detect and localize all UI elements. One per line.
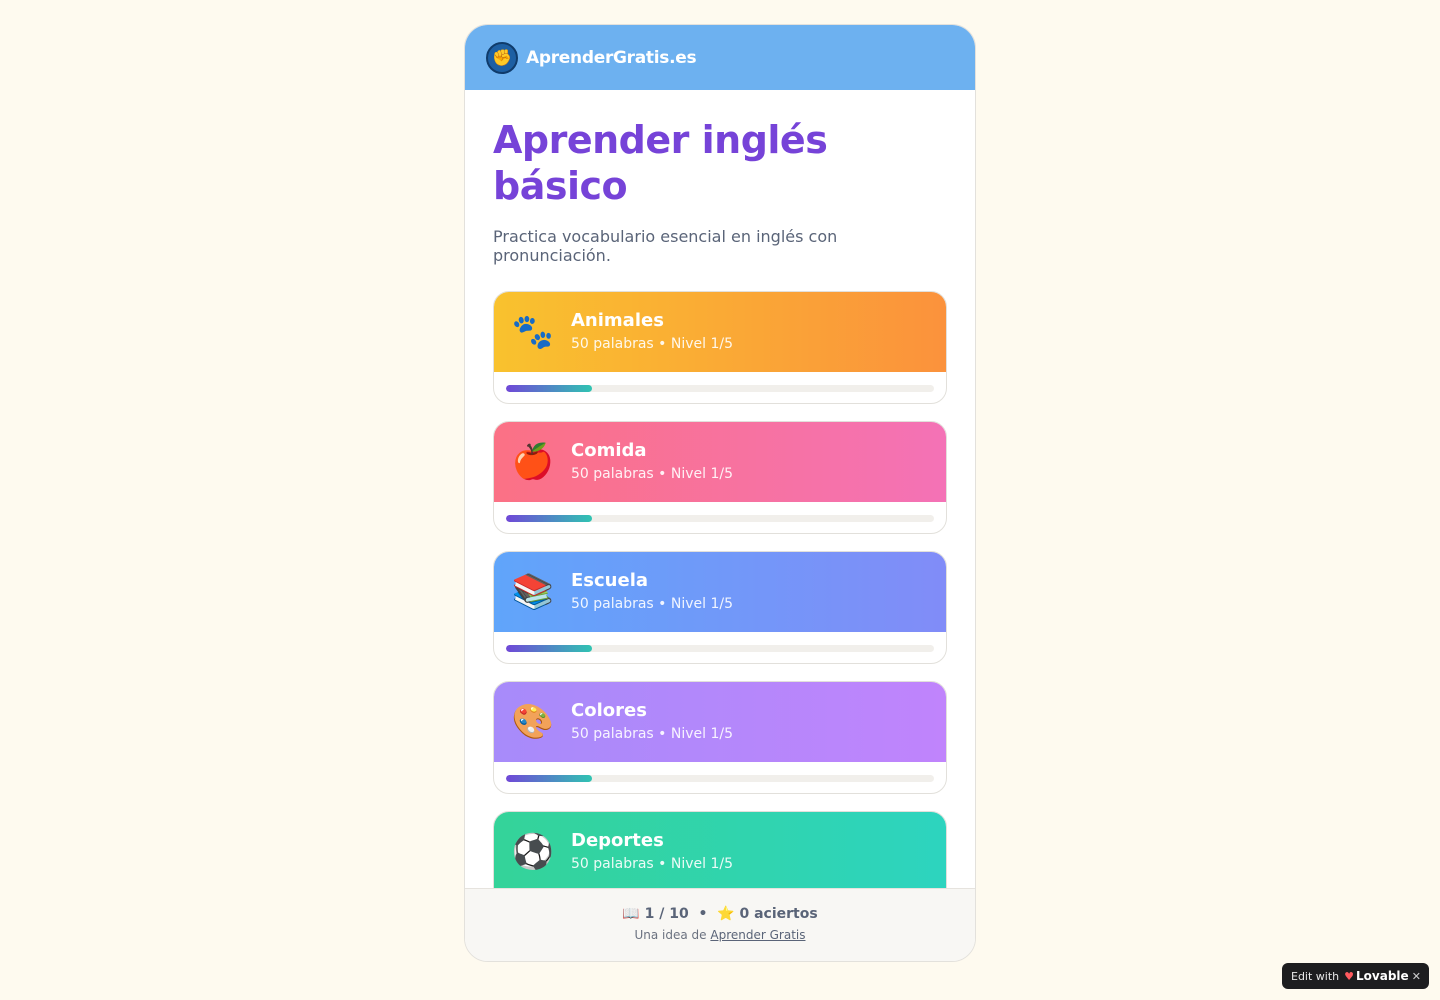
books-icon: 📚 [511,572,555,612]
category-card-escuela[interactable]: 📚 Escuela 50 palabras • Nivel 1/5 [493,551,947,664]
credit-prefix: Una idea de [634,928,707,942]
progress-track [506,514,934,522]
page-progress: 1 / 10 [644,906,689,922]
separator: • [698,906,708,922]
progress-track [506,774,934,782]
progress-fill [506,774,592,782]
footer: 📖 1 / 10 • ⭐ 0 aciertos Una idea de Apre… [465,888,975,961]
category-name: Comida [571,440,647,461]
category-header[interactable]: 🍎 Comida 50 palabras • Nivel 1/5 [494,422,946,502]
progress-fill [506,384,592,392]
category-header[interactable]: 📚 Escuela 50 palabras • Nivel 1/5 [494,552,946,632]
category-header[interactable]: ⚽ Deportes 50 palabras • Nivel 1/5 [494,812,946,892]
heart-icon: ♥ [1344,969,1355,983]
paw-icon: 🐾 [511,312,555,352]
page-subtitle: Practica vocabulario esencial en inglés … [493,227,838,265]
category-name: Deportes [571,830,664,851]
category-header[interactable]: 🐾 Animales 50 palabras • Nivel 1/5 [494,292,946,372]
apple-icon: 🍎 [511,442,555,482]
badge-brand: Lovable [1356,969,1409,983]
page-title: Aprender inglés básico [493,118,828,208]
credit-line: Una idea de Aprender Gratis [465,928,975,942]
category-card-animales[interactable]: 🐾 Animales 50 palabras • Nivel 1/5 [493,291,947,404]
category-meta: 50 palabras • Nivel 1/5 [571,856,734,872]
category-card-colores[interactable]: 🎨 Colores 50 palabras • Nivel 1/5 [493,681,947,794]
category-meta: 50 palabras • Nivel 1/5 [571,466,734,482]
category-name: Escuela [571,570,649,591]
header: ✊ AprenderGratis.es [465,25,975,90]
progress-fill [506,644,592,652]
stats-line: 📖 1 / 10 • ⭐ 0 aciertos [465,906,975,922]
progress-track [506,384,934,392]
score-count: 0 aciertos [739,906,818,922]
badge-edit-label: Edit with [1291,969,1340,983]
close-icon[interactable]: ✕ [1412,970,1421,983]
category-header[interactable]: 🎨 Colores 50 palabras • Nivel 1/5 [494,682,946,762]
palette-icon: 🎨 [511,702,555,742]
book-icon: 📖 [622,906,640,922]
app-card: ✊ AprenderGratis.es Aprender inglés bási… [464,24,976,962]
soccer-ball-icon: ⚽ [511,832,555,872]
lovable-badge[interactable]: Edit with ♥ Lovable ✕ [1282,963,1429,989]
category-meta: 50 palabras • Nivel 1/5 [571,596,734,612]
raised-fist-icon[interactable]: ✊ [486,41,518,74]
progress-fill [506,514,592,522]
star-icon: ⭐ [717,906,735,922]
main-content: Aprender inglés básico Practica vocabula… [465,117,975,924]
credit-link[interactable]: Aprender Gratis [710,928,805,942]
category-meta: 50 palabras • Nivel 1/5 [571,726,734,742]
category-list: 🐾 Animales 50 palabras • Nivel 1/5 🍎 Com… [493,291,947,924]
category-meta: 50 palabras • Nivel 1/5 [571,336,734,352]
category-name: Colores [571,700,647,721]
brand-name[interactable]: AprenderGratis.es [526,48,697,68]
category-card-comida[interactable]: 🍎 Comida 50 palabras • Nivel 1/5 [493,421,947,534]
category-name: Animales [571,310,664,331]
progress-track [506,644,934,652]
